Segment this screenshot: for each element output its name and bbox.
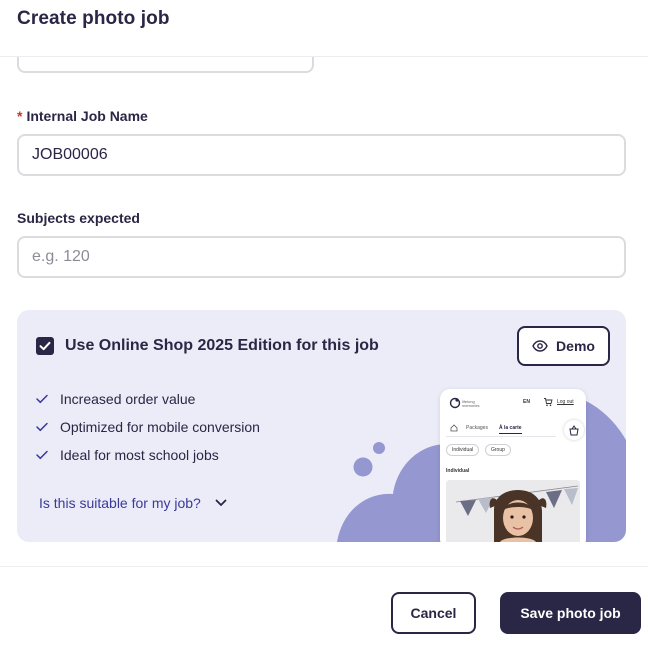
checkmark-icon — [39, 341, 51, 351]
check-icon — [36, 422, 48, 432]
benefit-item: Increased order value — [36, 391, 195, 407]
previous-field-input[interactable] — [17, 57, 314, 73]
brand-logo-text: lifelong memories — [462, 400, 480, 408]
benefit-text: Ideal for most school jobs — [60, 447, 219, 463]
shop-preview-phone: lifelong memories EN Log out Packages À l… — [440, 389, 586, 542]
job-name-label-text: Internal Job Name — [26, 108, 148, 124]
modal-footer: Cancel Save photo job — [0, 566, 648, 648]
benefit-text: Increased order value — [60, 391, 196, 407]
home-icon — [450, 424, 458, 432]
job-name-input[interactable] — [17, 134, 626, 176]
chevron-down-icon — [215, 499, 227, 506]
preview-chip: Group — [485, 444, 511, 456]
preview-photo — [446, 480, 580, 542]
logo-line: memories — [462, 403, 480, 408]
preview-basket-button — [564, 420, 584, 440]
job-name-label: * Internal Job Name — [17, 108, 148, 124]
preview-logout: Log out — [557, 399, 574, 405]
demo-button[interactable]: Demo — [517, 326, 610, 366]
benefit-text: Optimized for mobile conversion — [60, 419, 260, 435]
subjects-input[interactable] — [17, 236, 626, 278]
modal-body: *Internal Job Name Subjects expected Use… — [0, 57, 648, 566]
preview-tab-active: À la carte — [499, 425, 522, 434]
modal-title: Create photo job — [17, 8, 170, 29]
benefit-item: Ideal for most school jobs — [36, 447, 219, 463]
brand-logo-icon — [449, 397, 461, 409]
preview-language: EN — [523, 399, 530, 405]
required-marker: * — [17, 108, 23, 124]
basket-icon — [569, 425, 579, 436]
child-photo-image — [446, 480, 580, 542]
benefit-item: Optimized for mobile conversion — [36, 419, 260, 435]
preview-divider — [446, 436, 556, 437]
save-photo-job-button[interactable]: Save photo job — [500, 592, 641, 634]
check-icon — [36, 450, 48, 460]
preview-tab: Packages — [466, 425, 488, 431]
preview-section-title: Individual — [446, 468, 470, 474]
subjects-label: Subjects expected — [17, 210, 140, 226]
online-shop-checkbox[interactable] — [36, 337, 54, 355]
cancel-button[interactable]: Cancel — [391, 592, 476, 634]
cart-icon — [544, 398, 553, 407]
modal-header: Create photo job — [0, 0, 648, 57]
demo-button-label: Demo — [556, 338, 595, 354]
eye-icon — [532, 340, 548, 352]
preview-chip: Individual — [446, 444, 480, 456]
check-icon — [36, 394, 48, 404]
online-shop-title: Use Online Shop 2025 Edition for this jo… — [65, 337, 379, 354]
suitable-link-text: Is this suitable for my job? — [39, 495, 201, 511]
suitable-toggle[interactable]: Is this suitable for my job? — [39, 495, 227, 511]
online-shop-card: Use Online Shop 2025 Edition for this jo… — [17, 310, 626, 542]
